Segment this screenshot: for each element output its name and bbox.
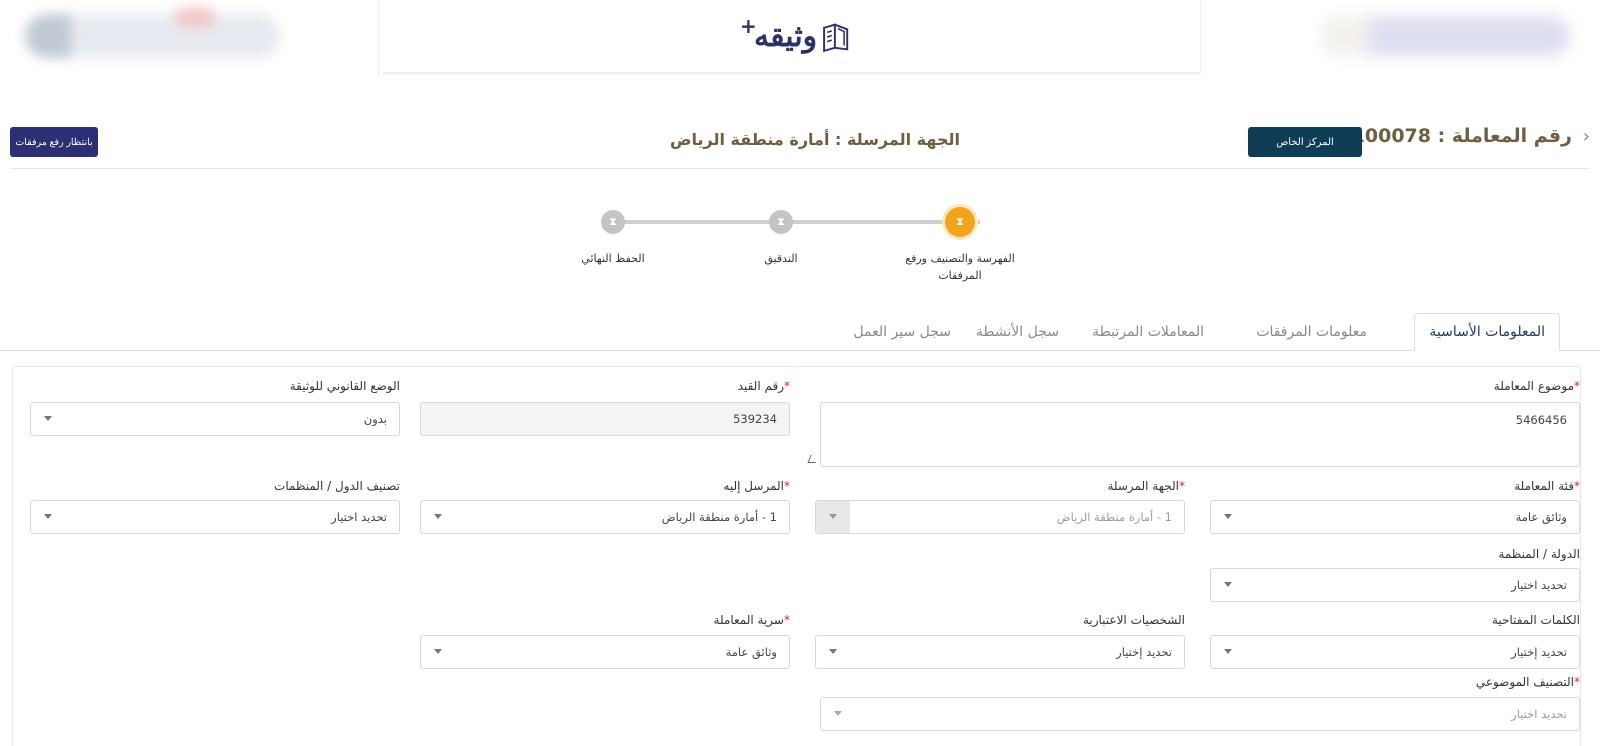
tab-attachments-info[interactable]: معلومات المرفقات xyxy=(1242,313,1381,351)
top-header: + وثيقه xyxy=(0,0,1600,76)
resize-handle-icon[interactable] xyxy=(807,455,819,463)
record-number-label: *رقم القيد xyxy=(737,379,790,393)
book-logo-icon xyxy=(823,23,849,53)
logo-text: وثيقه xyxy=(754,19,818,54)
tab-bar: المعلومات الأساسية معلومات المرفقات المع… xyxy=(0,313,1600,351)
chevron-down-icon xyxy=(434,649,442,654)
recipient-label: *المرسل إليه xyxy=(723,479,790,493)
tab-related-transactions[interactable]: المعاملات المرتبطة xyxy=(1078,313,1218,351)
chevron-left-icon[interactable]: ‹ xyxy=(1583,126,1590,147)
sender-select-disabled: 1 - أمارة منطقة الرياض xyxy=(815,500,1185,534)
chevron-down-icon xyxy=(829,649,837,654)
step-review-hourglass-icon: ⧗ xyxy=(769,210,793,234)
legal-persons-select[interactable]: تحديد إختيار xyxy=(815,635,1185,669)
chevron-down-icon xyxy=(1224,514,1232,519)
category-label: *فئة المعاملة xyxy=(1514,479,1580,493)
step-label-review: التدقيق xyxy=(764,252,798,265)
waiting-attachments-button[interactable]: بانتظار رفع مرفقات xyxy=(10,127,98,157)
workflow-stepper: ⧗ ⧗ ⧗ الحفظ النهائي التدقيق الفهرسة والت… xyxy=(581,206,1015,286)
keywords-label: الكلمات المفتاحية xyxy=(1491,613,1580,627)
tab-basic-info[interactable]: المعلومات الأساسية xyxy=(1414,313,1560,351)
sender-label: *الجهة المرسلة xyxy=(1107,479,1185,493)
legal-status-select[interactable]: بدون xyxy=(30,402,400,436)
chevron-down-icon xyxy=(44,416,52,421)
countries-classification-select[interactable]: تحديد اختيار xyxy=(30,500,400,534)
header-actions-blurred[interactable] xyxy=(1320,16,1570,56)
step-final-save-hourglass-icon: ⧗ xyxy=(601,210,625,234)
category-select[interactable]: وثائق عامة xyxy=(1210,500,1580,534)
chevron-down-icon xyxy=(434,514,442,519)
record-number-field[interactable]: 539234 xyxy=(420,402,790,436)
topic-classification-label: *التصنيف الموضوعي xyxy=(1475,675,1580,689)
confidentiality-label: *سرية المعاملة xyxy=(713,613,790,627)
private-center-button[interactable]: المركز الخاص xyxy=(1248,127,1362,157)
recipient-select[interactable]: 1 - أمارة منطقة الرياض xyxy=(420,500,790,534)
legal-status-label: الوضع القانوني للوثيقة xyxy=(289,379,400,393)
confidentiality-select[interactable]: وثائق عامة xyxy=(420,635,790,669)
country-label: الدولة / المنظمة xyxy=(1498,547,1580,561)
app-logo[interactable]: + وثيقه xyxy=(740,12,852,62)
logo-plus: + xyxy=(740,14,757,38)
step-label-indexing: الفهرسة والتصنيف ورفع المرفقات xyxy=(905,252,1015,282)
topic-classification-select[interactable]: تحديد اختيار xyxy=(820,697,1580,731)
countries-classification-label: تصنيف الدول / المنظمات xyxy=(274,479,400,493)
country-select[interactable]: تحديد اختيار xyxy=(1210,568,1580,602)
keywords-select[interactable]: تحديد إختيار xyxy=(1210,635,1580,669)
chevron-down-icon xyxy=(1224,582,1232,587)
step-indexing-hourglass-icon: ⧗ xyxy=(945,207,975,237)
basic-info-form: *موضوع المعاملة 5466456 *رقم القيد 53923… xyxy=(12,366,1581,746)
user-profile-blurred[interactable] xyxy=(25,8,280,58)
sender-title: الجهة المرسلة : أمارة منطقة الرياض xyxy=(670,130,960,149)
chevron-down-icon xyxy=(829,514,837,519)
chevron-down-icon xyxy=(1224,649,1232,654)
stepper-line xyxy=(614,220,980,224)
step-label-final-save: الحفظ النهائي xyxy=(581,252,645,265)
subject-label: *موضوع المعاملة xyxy=(1493,379,1580,393)
chevron-down-icon xyxy=(44,514,52,519)
legal-persons-label: الشخصيات الاعتبارية xyxy=(1082,613,1185,627)
tab-activity-log[interactable]: سجل الأنشطة xyxy=(962,313,1073,351)
subject-textarea[interactable]: 5466456 xyxy=(820,402,1580,467)
chevron-down-icon xyxy=(834,711,842,716)
transaction-title-row: ‹ رقم المعاملة : 1/1100078 المركز الخاص … xyxy=(10,118,1590,169)
tab-workflow-log[interactable]: سجل سير العمل xyxy=(839,313,965,351)
